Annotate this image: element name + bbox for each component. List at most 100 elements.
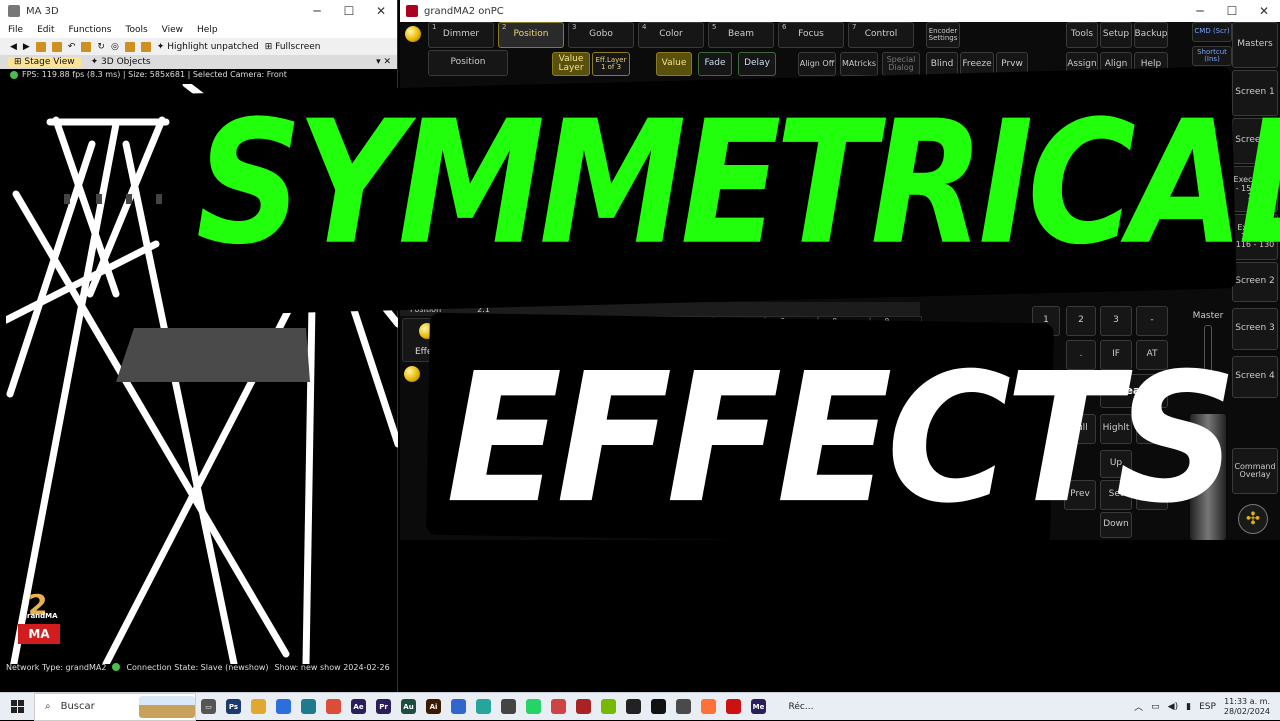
frame-icon[interactable]	[124, 41, 135, 52]
key-2[interactable]: 2	[1066, 306, 1096, 336]
grandma2-logo: 2 grandMA MA	[18, 588, 62, 650]
save-icon[interactable]	[51, 41, 62, 52]
preset-focus[interactable]: 6 Focus	[778, 22, 844, 48]
taskbar-app-icon[interactable]	[696, 693, 721, 721]
highlight-unpatched-button[interactable]: ✦ Highlight unpatched	[157, 42, 259, 52]
taskbar-app-icon[interactable]	[496, 693, 521, 721]
preset-control[interactable]: 7 Control	[848, 22, 914, 48]
tab-3d-objects[interactable]: ✦ 3D Objects	[85, 57, 157, 67]
key-minus[interactable]: -	[1136, 306, 1168, 336]
menu-tools[interactable]: Tools	[125, 25, 147, 35]
open-icon[interactable]	[35, 41, 46, 52]
encoder-ball-icon[interactable]	[405, 26, 421, 42]
gma-titlebar[interactable]: grandMA2 onPC ─ ☐ ✕	[400, 0, 1280, 22]
shortcut-button[interactable]: Shortcut (Ins)	[1192, 46, 1232, 66]
setup-button[interactable]: Setup	[1100, 22, 1132, 48]
align-off-button[interactable]: Align Off	[798, 52, 836, 76]
close-tab-icon[interactable]: ▾ ✕	[376, 57, 397, 67]
taskbar-search[interactable]: ⌕ Buscar	[34, 692, 196, 721]
screen-3-button[interactable]: Screen 3	[1232, 308, 1278, 350]
language-indicator[interactable]: ESP	[1199, 702, 1216, 712]
command-overlay-button[interactable]: Command Overlay	[1232, 448, 1278, 494]
cmd-screen-button[interactable]: CMD (Scr)	[1192, 22, 1232, 42]
taskbar-app-icon[interactable]	[521, 693, 546, 721]
taskbar-app-icon[interactable]: Pr	[371, 693, 396, 721]
running-app[interactable]: Réc...	[771, 693, 831, 721]
taskbar-app-icon[interactable]: Au	[396, 693, 421, 721]
preset-position[interactable]: 2 Position	[498, 22, 564, 48]
preset-dimmer[interactable]: 1 Dimmer	[428, 22, 494, 48]
minimize-icon[interactable]: ─	[301, 4, 333, 18]
taskbar-app-icon[interactable]	[721, 693, 746, 721]
connection-icon	[112, 663, 121, 671]
menu-help[interactable]: Help	[197, 25, 218, 35]
taskbar-app-icon[interactable]	[446, 693, 471, 721]
menu-view[interactable]: View	[162, 25, 183, 35]
clock[interactable]: 11:33 a. m. 28/02/2024	[1224, 697, 1270, 716]
key-3[interactable]: 3	[1100, 306, 1132, 336]
volume-icon[interactable]: ◀)	[1168, 702, 1178, 712]
close-icon[interactable]: ✕	[1248, 4, 1280, 18]
taskbar-app-icon[interactable]	[546, 693, 571, 721]
masters-button[interactable]: Masters	[1232, 22, 1278, 68]
taskbar-app-icon[interactable]	[646, 693, 671, 721]
preset-gobo[interactable]: 3 Gobo	[568, 22, 634, 48]
value-button[interactable]: Value	[656, 52, 692, 76]
pool-ball-icon[interactable]	[404, 366, 420, 382]
taskbar-app-icon[interactable]	[571, 693, 596, 721]
battery-icon[interactable]: ▮	[1186, 702, 1191, 712]
ma3d-statusbar: Network Type: grandMA2 Connection State:…	[0, 660, 398, 674]
maximize-icon[interactable]: ☐	[1216, 4, 1248, 18]
arrow-right-icon[interactable]: ▶	[23, 42, 30, 52]
network-type: Network Type: grandMA2	[6, 662, 107, 672]
taskbar-app-icon[interactable]	[671, 693, 696, 721]
screen-4-button[interactable]: Screen 4	[1232, 356, 1278, 398]
taskbar-app-icon[interactable]: Me	[746, 693, 771, 721]
tab-stage-view[interactable]: ⊞ Stage View	[8, 57, 81, 67]
task-view-icon[interactable]: ▭	[196, 693, 221, 721]
taskbar-app-icon[interactable]: Ae	[346, 693, 371, 721]
effect-layer-button[interactable]: Eff.Layer 1 of 3	[592, 52, 630, 76]
delay-button[interactable]: Delay	[738, 52, 776, 76]
taskbar-app-icon[interactable]	[246, 693, 271, 721]
preset-color[interactable]: 4 Color	[638, 22, 704, 48]
ma3d-menubar: File Edit Functions Tools View Help	[0, 22, 397, 38]
taskbar-app-icon[interactable]: Ps	[221, 693, 246, 721]
menu-file[interactable]: File	[8, 25, 23, 35]
export-icon[interactable]	[140, 41, 151, 52]
menu-edit[interactable]: Edit	[37, 25, 54, 35]
rotate-icon[interactable]: ↻	[97, 42, 105, 52]
maximize-icon[interactable]: ☐	[333, 4, 365, 18]
undo-icon[interactable]: ↶	[68, 42, 76, 52]
search-placeholder: Buscar	[60, 701, 95, 712]
taskbar-app-icon[interactable]	[321, 693, 346, 721]
fade-button[interactable]: Fade	[698, 52, 732, 76]
taskbar-app-icon[interactable]	[621, 693, 646, 721]
close-icon[interactable]: ✕	[365, 4, 397, 18]
taskbar-app-icon[interactable]	[596, 693, 621, 721]
windows-taskbar: ⌕ Buscar ▭ Ps Ae Pr Au Ai Me Réc... ︿ ▭ …	[0, 692, 1280, 721]
position-view-button[interactable]: Position	[428, 50, 508, 76]
encoder-settings-button[interactable]: Encoder Settings	[926, 22, 960, 48]
ma3d-titlebar[interactable]: MA 3D ─ ☐ ✕	[0, 0, 397, 22]
arrow-left-icon[interactable]: ◀	[10, 42, 17, 52]
fullscreen-button[interactable]: ⊞ Fullscreen	[265, 42, 321, 52]
network-icon[interactable]: ▭	[1151, 702, 1160, 712]
taskbar-app-icon[interactable]	[296, 693, 321, 721]
value-layer-button[interactable]: Value Layer	[552, 52, 590, 76]
backup-button[interactable]: Backup	[1134, 22, 1168, 48]
minimize-icon[interactable]: ─	[1184, 4, 1216, 18]
taskbar-app-icon[interactable]	[471, 693, 496, 721]
target-icon[interactable]: ◎	[111, 42, 119, 52]
chevron-up-icon[interactable]: ︿	[1134, 700, 1143, 713]
matricks-button[interactable]: MAtricks	[840, 52, 878, 76]
tools-button[interactable]: Tools	[1066, 22, 1098, 48]
taskbar-app-icon[interactable]	[271, 693, 296, 721]
preset-beam[interactable]: 5 Beam	[708, 22, 774, 48]
move-icon[interactable]	[81, 41, 92, 52]
taskbar-app-icon[interactable]: Ai	[421, 693, 446, 721]
menu-functions[interactable]: Functions	[69, 25, 112, 35]
special-dialog-button[interactable]: Special Dialog	[882, 52, 920, 76]
move-icon[interactable]: ✣	[1238, 504, 1268, 534]
start-button[interactable]	[0, 693, 34, 721]
